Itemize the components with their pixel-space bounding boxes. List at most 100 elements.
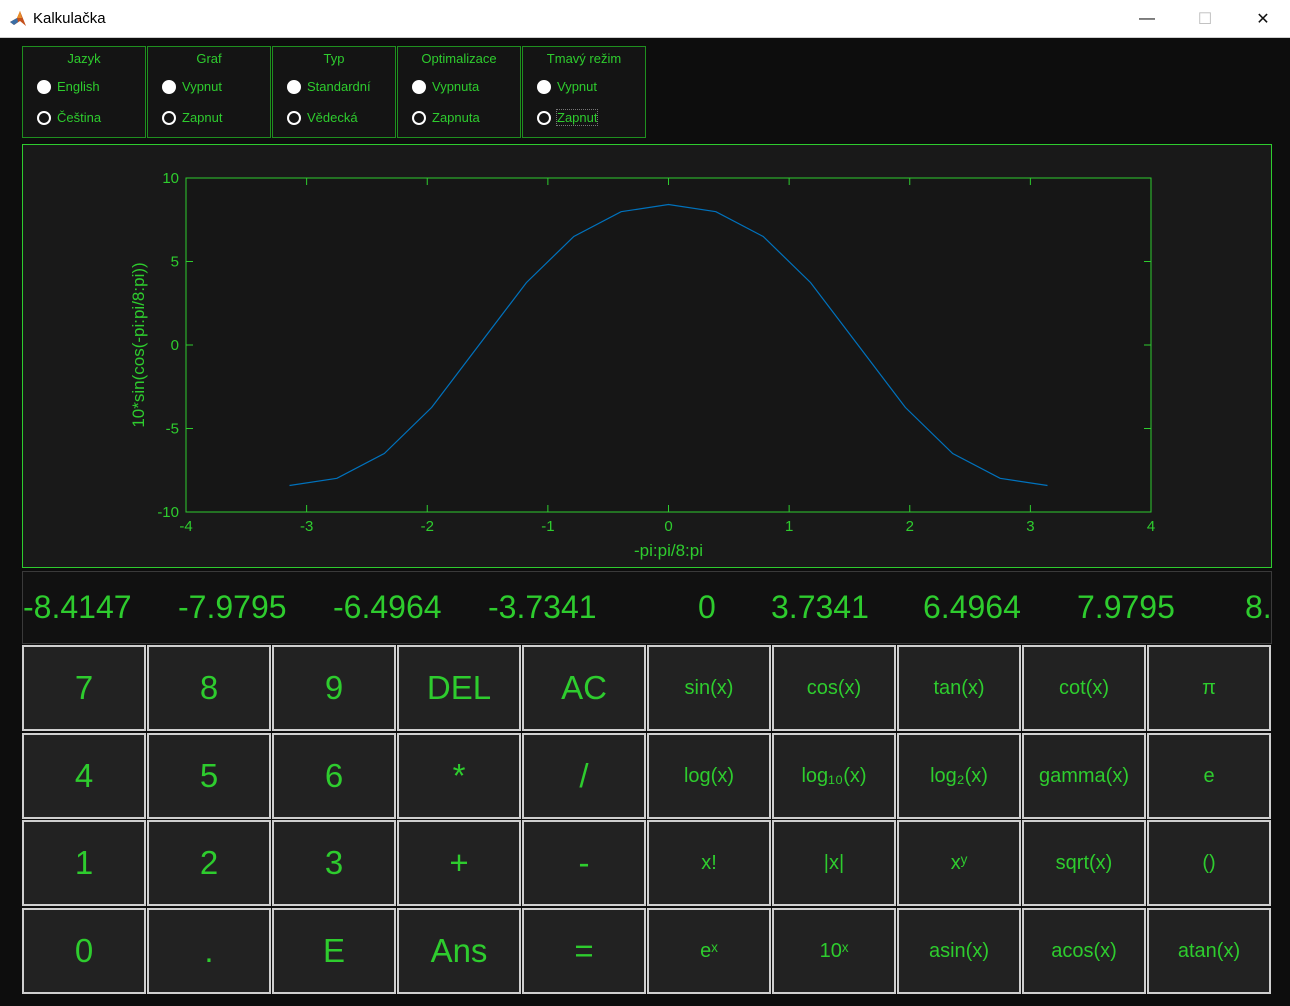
x-tick-label: -4 xyxy=(179,518,192,535)
radio-label: Zapnut xyxy=(555,109,599,126)
key-e-button[interactable]: e xyxy=(1147,733,1271,819)
radio-optimization-on[interactable]: Zapnuta xyxy=(412,110,480,125)
x-tick-label: -3 xyxy=(300,518,313,535)
key-decimal-button[interactable]: . xyxy=(147,908,271,994)
key-tan-button[interactable]: tan(x) xyxy=(897,645,1021,731)
radio-unselected-icon xyxy=(287,110,301,125)
key-gamma-button[interactable]: gamma(x) xyxy=(1022,733,1146,819)
plot-axes-box xyxy=(185,177,1152,513)
key-sin-button[interactable]: sin(x) xyxy=(647,645,771,731)
key-8-button[interactable]: 8 xyxy=(147,645,271,731)
key-minus-button[interactable]: - xyxy=(522,820,646,906)
radio-label: English xyxy=(57,79,100,94)
key-ac-button[interactable]: AC xyxy=(522,645,646,731)
radio-unselected-icon xyxy=(162,110,176,125)
close-button[interactable]: ✕ xyxy=(1234,0,1290,38)
display-value: 7.9795 xyxy=(1077,589,1175,625)
x-tick-label: 0 xyxy=(664,518,672,535)
display-value: -7.9795 xyxy=(178,589,287,625)
key-pow10-button[interactable]: 10ˣ xyxy=(772,908,896,994)
key-divide-button[interactable]: / xyxy=(522,733,646,819)
radio-czech[interactable]: Čeština xyxy=(37,110,101,125)
key-cos-button[interactable]: cos(x) xyxy=(772,645,896,731)
radio-dark-on[interactable]: Zapnut xyxy=(537,109,599,126)
key-factorial-button[interactable]: x! xyxy=(647,820,771,906)
key-3-button[interactable]: 3 xyxy=(272,820,396,906)
radio-label: Vědecká xyxy=(307,110,358,125)
matlab-logo-icon xyxy=(10,11,26,26)
radio-label: Čeština xyxy=(57,110,102,125)
radio-graph-on[interactable]: Zapnut xyxy=(162,110,222,125)
key-exp-button[interactable]: eˣ xyxy=(647,908,771,994)
key-9-button[interactable]: 9 xyxy=(272,645,396,731)
radio-label: Zapnut xyxy=(182,110,223,125)
graph-panel: -4 -3 -2 -1 0 1 2 3 4 10 5 0 -5 -10 -pi:pi/8:pi 10*sin(… xyxy=(22,144,1272,568)
group-title: Optimalizace xyxy=(421,51,497,66)
key-log10-button[interactable]: log₁₀(x) xyxy=(772,733,896,819)
y-tick-label: -10 xyxy=(157,504,179,521)
maximize-button[interactable]: ☐ xyxy=(1176,0,1234,38)
x-tick-label: -1 xyxy=(541,518,554,535)
key-sqrt-button[interactable]: sqrt(x) xyxy=(1022,820,1146,906)
group-title: Jazyk xyxy=(67,51,101,66)
x-tick-label: 2 xyxy=(906,518,914,535)
key-acos-button[interactable]: acos(x) xyxy=(1022,908,1146,994)
key-2-button[interactable]: 2 xyxy=(147,820,271,906)
title-bar: Kalkulačka — ☐ ✕ xyxy=(0,0,1290,38)
radio-label: Vypnut xyxy=(557,79,597,94)
radio-selected-icon xyxy=(37,79,51,94)
group-language: Jazyk English Čeština xyxy=(22,46,146,138)
radio-selected-icon xyxy=(537,79,551,94)
key-abs-button[interactable]: |x| xyxy=(772,820,896,906)
radio-optimization-off[interactable]: Vypnuta xyxy=(412,79,479,94)
key-del-button[interactable]: DEL xyxy=(397,645,521,731)
key-4-button[interactable]: 4 xyxy=(22,733,146,819)
y-tick-label: 0 xyxy=(171,337,179,354)
key-power-button[interactable]: xʸ xyxy=(897,820,1021,906)
key-5-button[interactable]: 5 xyxy=(147,733,271,819)
key-1-button[interactable]: 1 xyxy=(22,820,146,906)
x-axis-label: -pi:pi/8:pi xyxy=(634,541,703,560)
key-log2-button[interactable]: log₂(x) xyxy=(897,733,1021,819)
key-ans-button[interactable]: Ans xyxy=(397,908,521,994)
key-multiply-button[interactable]: * xyxy=(397,733,521,819)
group-title: Tmavý režim xyxy=(546,51,622,66)
radio-label: Vypnut xyxy=(182,79,222,94)
y-tick-label: -5 xyxy=(166,421,179,438)
x-tick-label: 3 xyxy=(1026,518,1034,535)
group-title: Graf xyxy=(196,51,222,66)
radio-label: Zapnuta xyxy=(432,110,480,125)
group-type: Typ Standardní Vědecká xyxy=(272,46,396,138)
key-6-button[interactable]: 6 xyxy=(272,733,396,819)
radio-dark-off[interactable]: Vypnut xyxy=(537,79,597,94)
radio-unselected-icon xyxy=(37,110,51,125)
y-axis-label: 10*sin(cos(-pi:pi/8:pi)) xyxy=(129,262,148,427)
display-value: 0 xyxy=(698,589,716,625)
group-graph: Graf Vypnut Zapnut xyxy=(147,46,271,138)
key-asin-button[interactable]: asin(x) xyxy=(897,908,1021,994)
radio-standard[interactable]: Standardní xyxy=(287,79,371,94)
key-0-button[interactable]: 0 xyxy=(22,908,146,994)
radio-unselected-icon xyxy=(412,110,426,125)
display-value: -6.4964 xyxy=(333,589,442,625)
key-parentheses-button[interactable]: () xyxy=(1147,820,1271,906)
display-value: 8.4 xyxy=(1245,589,1272,625)
key-plus-button[interactable]: + xyxy=(397,820,521,906)
key-log-button[interactable]: log(x) xyxy=(647,733,771,819)
key-pi-button[interactable]: π xyxy=(1147,645,1271,731)
key-7-button[interactable]: 7 xyxy=(22,645,146,731)
radio-selected-icon xyxy=(287,79,301,94)
key-cot-button[interactable]: cot(x) xyxy=(1022,645,1146,731)
window-title: Kalkulačka xyxy=(33,10,106,27)
radio-graph-off[interactable]: Vypnut xyxy=(162,79,222,94)
radio-scientific[interactable]: Vědecká xyxy=(287,110,358,125)
display-value: -3.7341 xyxy=(488,589,597,625)
key-equals-button[interactable]: = xyxy=(522,908,646,994)
x-tick-label: 4 xyxy=(1147,518,1155,535)
display-value: -8.4147 xyxy=(23,589,132,625)
key-exp-notation-button[interactable]: E xyxy=(272,908,396,994)
minimize-button[interactable]: — xyxy=(1118,0,1176,38)
key-atan-button[interactable]: atan(x) xyxy=(1147,908,1271,994)
display-value: 6.4964 xyxy=(923,589,1021,625)
radio-english[interactable]: English xyxy=(37,79,100,94)
